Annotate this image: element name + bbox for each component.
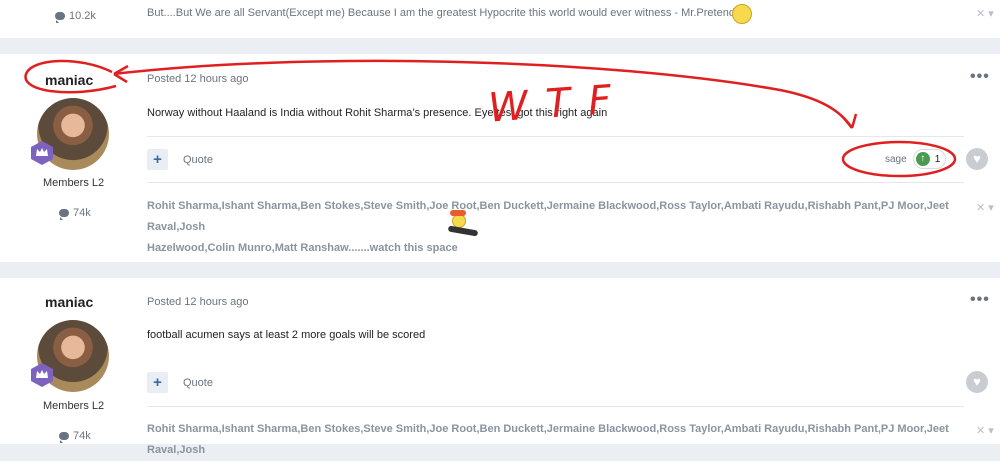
annotation-overlay: WTF <box>24 59 957 178</box>
annotation-text: WTF <box>487 76 631 132</box>
